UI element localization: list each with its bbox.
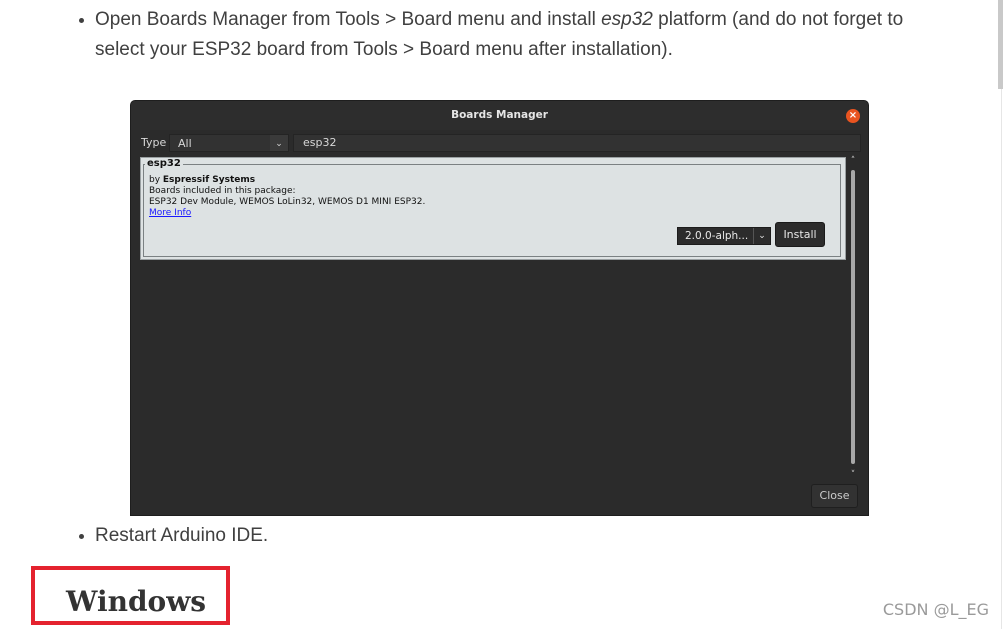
boards-manager-screenshot: Boards Manager × Type All ⌄ esp32 esp32 …: [131, 101, 868, 515]
watermark: CSDN @L_EG: [882, 600, 989, 619]
bullet-text-esp32-emphasis: esp32: [601, 9, 653, 30]
chevron-down-icon: ⌄: [270, 135, 288, 151]
bullet-list-top: Open Boards Manager from Tools > Board m…: [76, 5, 976, 65]
page-scrollbar-thumb[interactable]: [998, 0, 1003, 89]
bullet-dot: [79, 534, 84, 539]
scroll-up-icon[interactable]: ˄: [848, 156, 858, 166]
section-heading-windows: Windows: [66, 585, 207, 618]
boards-manager-title: Boards Manager: [451, 109, 548, 121]
type-select[interactable]: All ⌄: [169, 134, 289, 152]
close-button[interactable]: Close: [811, 484, 858, 508]
package-author-prefix: by: [149, 175, 163, 185]
close-icon[interactable]: ×: [846, 109, 860, 123]
page: Open Boards Manager from Tools > Board m…: [0, 0, 1003, 629]
package-author: by Espressif Systems: [149, 175, 255, 185]
search-input[interactable]: esp32: [293, 134, 861, 152]
page-scrollbar-track[interactable]: [1001, 0, 1002, 629]
type-select-value: All: [178, 137, 192, 150]
package-name: esp32: [145, 158, 183, 169]
bullet-dot: [79, 18, 84, 23]
type-label: Type: [141, 136, 167, 149]
more-info-link[interactable]: More Info: [149, 208, 191, 218]
boards-list: esp32 by Espressif Systems Boards includ…: [139, 156, 848, 482]
boards-manager-filter-row: Type All ⌄ esp32: [131, 132, 868, 154]
bullet-text-line2: select your ESP32 board from Tools > Boa…: [95, 39, 673, 60]
chevron-down-icon: ⌄: [753, 228, 770, 244]
bullet-install-esp32: Open Boards Manager from Tools > Board m…: [76, 5, 976, 65]
install-button[interactable]: Install: [775, 222, 825, 247]
package-vendor: Espressif Systems: [162, 175, 256, 185]
boards-list-scrollbar[interactable]: ˄ ˅: [848, 156, 858, 480]
scroll-down-icon[interactable]: ˅: [848, 470, 858, 480]
bullet-text-line1-pre: Open Boards Manager from Tools > Board m…: [95, 9, 602, 30]
bullet-restart-ide: Restart Arduino IDE.: [76, 521, 976, 551]
scrollbar-thumb[interactable]: [851, 170, 855, 464]
bullet-text-line1-post: platform (and do not forget to: [652, 9, 904, 30]
list-item-esp32[interactable]: esp32 by Espressif Systems Boards includ…: [140, 157, 846, 260]
bullet-list-bottom: Restart Arduino IDE.: [76, 521, 976, 551]
version-select-value: 2.0.0-alph...: [685, 230, 749, 242]
package-boards-heading: Boards included in this package:: [149, 186, 296, 196]
boards-manager-titlebar: Boards Manager ×: [131, 101, 868, 130]
version-select[interactable]: 2.0.0-alph... ⌄: [677, 227, 771, 245]
package-boards-list: ESP32 Dev Module, WEMOS LoLin32, WEMOS D…: [149, 197, 426, 207]
bullet-text-restart: Restart Arduino IDE.: [95, 525, 269, 546]
